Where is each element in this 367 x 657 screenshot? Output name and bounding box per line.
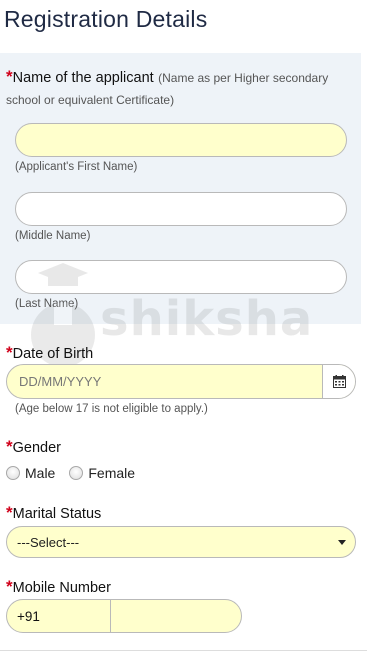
dob-label: *Date of Birth (6, 343, 93, 363)
middle-name-hint: (Middle Name) (15, 230, 91, 242)
calendar-icon (332, 375, 346, 388)
mobile-input[interactable] (112, 600, 241, 632)
male-label: Male (25, 465, 56, 481)
first-name-input[interactable] (15, 123, 347, 157)
applicant-name-label: *Name of the applicant (Name as per High… (6, 66, 358, 111)
country-code: +91 (7, 600, 111, 632)
required-mark: * (6, 437, 13, 456)
first-name-hint: (Applicant's First Name) (15, 161, 138, 173)
marital-status-select[interactable]: ---Select--- (6, 526, 356, 558)
marital-status-label-text: Marital Status (12, 506, 102, 522)
middle-name-input[interactable] (15, 192, 347, 226)
required-mark: * (6, 577, 13, 596)
last-name-hint: (Last Name) (15, 298, 79, 310)
female-label: Female (88, 465, 136, 481)
dob-label-text: Date of Birth (12, 346, 94, 362)
gender-label: *Gender (6, 437, 61, 457)
mobile-label: *Mobile Number (6, 577, 111, 597)
applicant-name-title: Name of the applicant (12, 70, 154, 86)
dob-hint: (Age below 17 is not eligible to apply.) (15, 403, 208, 415)
male-radio[interactable] (6, 466, 20, 480)
last-name-input[interactable] (15, 260, 347, 294)
gender-options: Male Female (6, 465, 149, 481)
bottom-divider (0, 650, 367, 651)
gender-label-text: Gender (12, 440, 61, 456)
required-mark: * (6, 343, 13, 362)
page-title: Registration Details (4, 6, 208, 32)
required-mark: * (6, 503, 13, 522)
caret-down-icon (338, 540, 346, 545)
female-radio[interactable] (69, 466, 84, 480)
dob-field (6, 364, 356, 399)
gender-option-female[interactable]: Female (69, 465, 135, 481)
required-mark: * (6, 67, 13, 86)
mobile-label-text: Mobile Number (12, 580, 111, 596)
marital-status-selected: ---Select--- (17, 534, 80, 550)
marital-status-label: *Marital Status (6, 503, 101, 523)
calendar-button[interactable] (322, 365, 355, 398)
gender-option-male[interactable]: Male (6, 465, 55, 481)
mobile-field: +91 (6, 599, 242, 633)
dob-input[interactable] (7, 365, 323, 398)
